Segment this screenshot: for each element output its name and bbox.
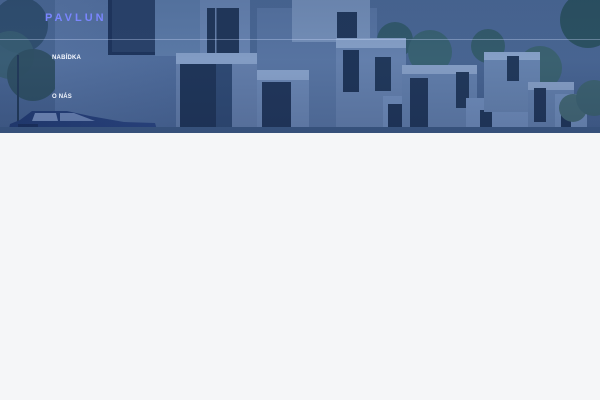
brand-logo[interactable]: PAVLUN bbox=[45, 12, 107, 24]
hero-section: PAVLUN NABÍDKA O NÁS bbox=[0, 0, 600, 133]
nav-item-o-nas[interactable]: O NÁS bbox=[52, 94, 72, 101]
nav-item-nabidka[interactable]: NABÍDKA bbox=[52, 55, 81, 62]
main-content-area bbox=[0, 133, 600, 400]
page: PAVLUN NABÍDKA O NÁS bbox=[0, 0, 600, 400]
header-divider bbox=[0, 39, 600, 40]
